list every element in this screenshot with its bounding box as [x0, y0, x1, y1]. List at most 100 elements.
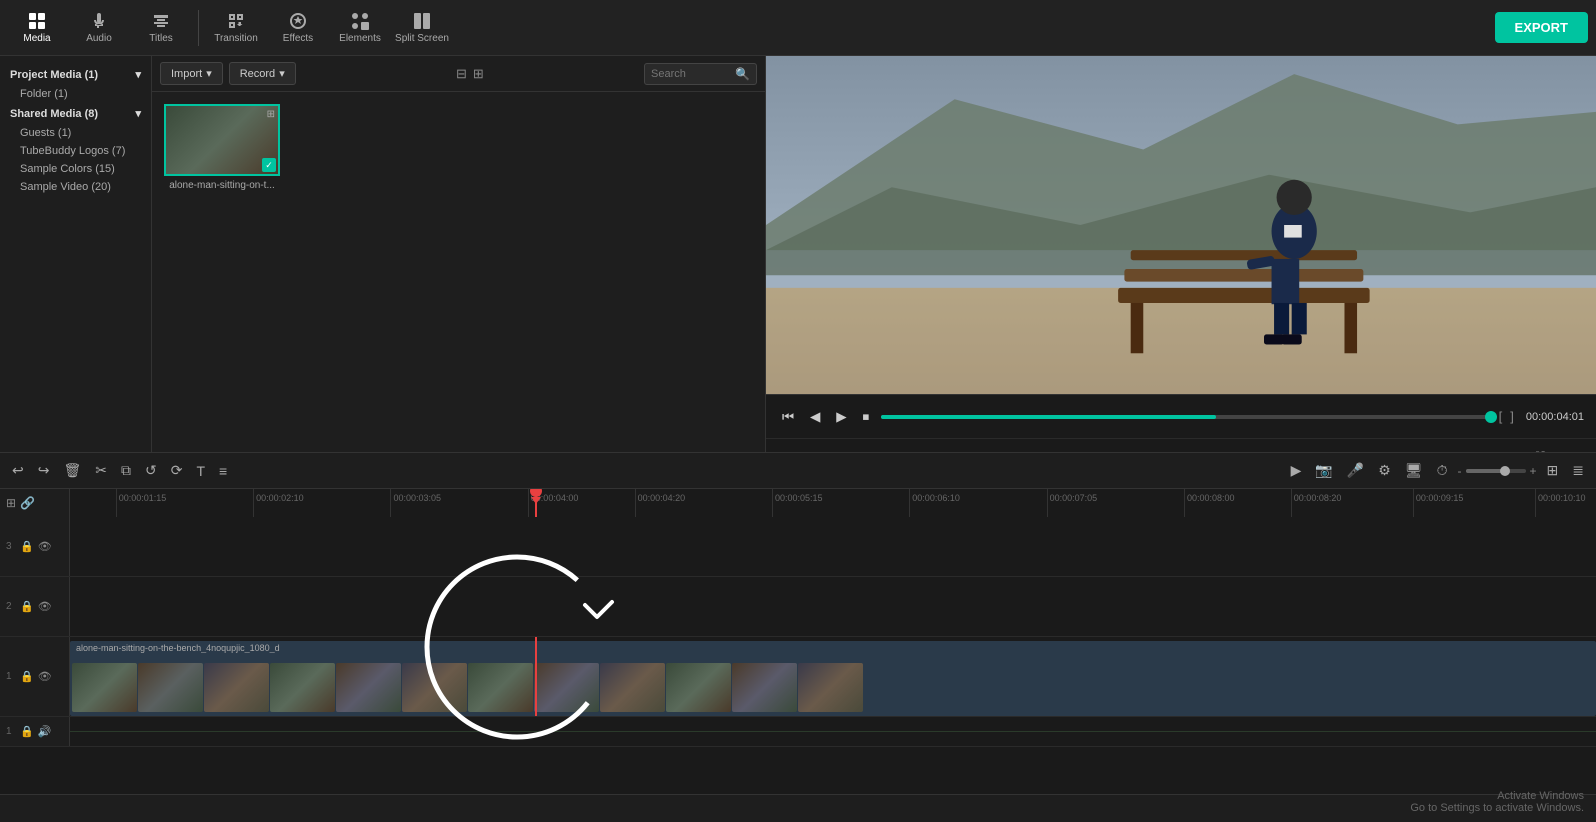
top-toolbar: Media Audio Titles Transition Effects El…: [0, 0, 1596, 56]
rotate-button[interactable]: ↺: [141, 458, 161, 483]
clip-label: alone-man-sitting-on-t...: [164, 180, 280, 191]
settings-button[interactable]: ⚙: [1374, 458, 1395, 483]
track-2-controls: 2 🔒 👁: [0, 577, 70, 636]
track-row-audio: 1 🔒 🔊: [0, 717, 1596, 747]
sidebar-shared-media-header[interactable]: Shared Media (8) ▾: [0, 103, 151, 124]
record-button[interactable]: Record ▾: [229, 62, 296, 85]
sidebar-guests[interactable]: Guests (1): [0, 124, 151, 142]
track-2-num: 2: [6, 601, 16, 612]
clip-grid-icon: ⊞: [267, 109, 275, 120]
timeline-tracks: 3 🔒 👁 ✓ 2 🔒 👁: [0, 517, 1596, 794]
video-frame-7: [468, 663, 533, 712]
track-audio-lock-icon[interactable]: 🔒: [20, 725, 34, 738]
preview-panel: ⏮ ◀ ▶ ⏹ [ ] 00:00:04:01 ⛶ 📷 ⊡: [766, 56, 1596, 474]
grid-icon[interactable]: ⊞: [1543, 458, 1563, 483]
media-clip-image: ⊞ ✓: [164, 104, 280, 176]
refresh-button[interactable]: ⟳: [167, 458, 187, 483]
bottom-bar: [0, 794, 1596, 822]
video-frame-5: [336, 663, 401, 712]
cut-button[interactable]: ✂: [91, 458, 111, 483]
ruler-tick-11: 00:00:09:15: [1413, 489, 1464, 517]
timeline-ruler: 00:00:01:15 00:00:02:10 00:00:03:05 00:0…: [70, 489, 1596, 517]
preview-video: [766, 56, 1596, 394]
toolbar-separator: [198, 10, 199, 46]
clip-track-label: alone-man-sitting-on-the-bench_4noqupjic…: [76, 643, 280, 653]
media-clip-thumb[interactable]: ⊞ ✓ alone-man-sitting-on-t...: [164, 104, 284, 191]
video-clip[interactable]: alone-man-sitting-on-the-bench_4noqupjic…: [70, 641, 1596, 716]
tab-elements[interactable]: Elements: [331, 4, 389, 52]
track-audio-num: 1: [6, 726, 16, 737]
camera-add-button[interactable]: 📷: [1311, 458, 1336, 483]
tab-splitscreen[interactable]: Split Screen: [393, 4, 451, 52]
playhead-track1: [535, 637, 537, 716]
track-audio-speaker-icon[interactable]: 🔊: [38, 725, 52, 738]
track-row-1: 1 🔒 👁 alone-man-sitting-on-the-bench_4no…: [0, 637, 1596, 717]
playhead-ruler: [535, 489, 537, 517]
track-2-lock-icon[interactable]: 🔒: [20, 600, 34, 613]
zoom-slider-dot[interactable]: [1500, 466, 1510, 476]
video-frame-3: [204, 663, 269, 712]
track-3-controls: 3 🔒 👁: [0, 517, 70, 576]
bracket-right-icon[interactable]: ]: [1510, 409, 1514, 424]
sidebar-tubebuddy[interactable]: TubeBuddy Logos (7): [0, 142, 151, 160]
bars-icon[interactable]: ≣: [1568, 458, 1588, 483]
tab-audio[interactable]: Audio: [70, 4, 128, 52]
track-2-eye-icon[interactable]: 👁: [38, 600, 52, 613]
search-input[interactable]: [651, 68, 731, 80]
media-panel: Import ▾ Record ▾ ⊟ ⊞ 🔍 ⊞: [152, 56, 766, 474]
crop-button[interactable]: ⧉: [117, 458, 135, 483]
sidebar-sample-colors[interactable]: Sample Colors (15): [0, 160, 151, 178]
ruler-tick-3: 00:00:03:05: [390, 489, 441, 517]
activate-windows-notice: Activate Windows Go to Settings to activ…: [1410, 790, 1584, 814]
video-frame-1: [72, 663, 137, 712]
track-3-lock-icon[interactable]: 🔒: [20, 540, 34, 553]
video-frame-8: [534, 663, 599, 712]
play-back-button[interactable]: ◀: [806, 405, 824, 429]
mic-button[interactable]: 🎤: [1343, 458, 1368, 483]
delete-button[interactable]: 🗑: [59, 458, 85, 483]
play-timeline-button[interactable]: ▶: [1287, 458, 1306, 483]
sidebar-sample-video[interactable]: Sample Video (20): [0, 178, 151, 196]
export-button[interactable]: EXPORT: [1495, 12, 1588, 43]
tab-titles[interactable]: Titles: [132, 4, 190, 52]
sidebar-folder[interactable]: Folder (1): [0, 85, 151, 103]
filter-icon[interactable]: ⊟: [456, 66, 467, 82]
redo-button[interactable]: ↪: [34, 458, 54, 483]
ruler-tick-10: 00:00:08:20: [1291, 489, 1342, 517]
track-1-controls: 1 🔒 👁: [0, 637, 70, 716]
snap-icon[interactable]: ⊞: [6, 496, 16, 510]
import-button[interactable]: Import ▾: [160, 62, 223, 85]
grid-toggle-icon[interactable]: ⊞: [473, 66, 484, 82]
preview-controls: ⏮ ◀ ▶ ⏹ [ ] 00:00:04:01: [766, 394, 1596, 438]
video-frame-10: [666, 663, 731, 712]
play-button[interactable]: ▶: [832, 405, 850, 429]
zoom-plus-icon[interactable]: +: [1530, 464, 1537, 478]
bracket-left-icon[interactable]: [: [1499, 409, 1503, 424]
track-1-lock-icon[interactable]: 🔒: [20, 670, 34, 683]
tab-transition[interactable]: Transition: [207, 4, 265, 52]
record-chevron-icon: ▾: [279, 67, 285, 80]
clock-button[interactable]: ⏱: [1433, 458, 1452, 483]
progress-bar[interactable]: [881, 415, 1490, 419]
undo-button[interactable]: ↩: [8, 458, 28, 483]
track-row-3: 3 🔒 👁 ✓: [0, 517, 1596, 577]
sidebar-project-media-header[interactable]: Project Media (1) ▾: [0, 64, 151, 85]
tab-effects[interactable]: Effects: [269, 4, 327, 52]
video-frame-6: [402, 663, 467, 712]
track-3-eye-icon[interactable]: 👁: [38, 540, 52, 553]
search-icon[interactable]: 🔍: [735, 67, 750, 81]
rewind-button[interactable]: ⏮: [778, 405, 798, 429]
ruler-tick-6: 00:00:05:15: [772, 489, 823, 517]
align-button[interactable]: ≡: [215, 459, 231, 483]
track-1-num: 1: [6, 671, 16, 682]
monitor-button[interactable]: 🖥: [1401, 458, 1427, 483]
track-1-eye-icon[interactable]: 👁: [38, 670, 52, 683]
link-icon[interactable]: 🔗: [20, 496, 35, 510]
tab-media[interactable]: Media: [8, 4, 66, 52]
video-frame-4: [270, 663, 335, 712]
import-chevron-icon: ▾: [206, 67, 212, 80]
text-button[interactable]: T: [192, 459, 209, 483]
zoom-minus-icon[interactable]: -: [1458, 464, 1462, 478]
ruler-tick-7: 00:00:06:10: [909, 489, 960, 517]
stop-button[interactable]: ⏹: [859, 405, 874, 429]
